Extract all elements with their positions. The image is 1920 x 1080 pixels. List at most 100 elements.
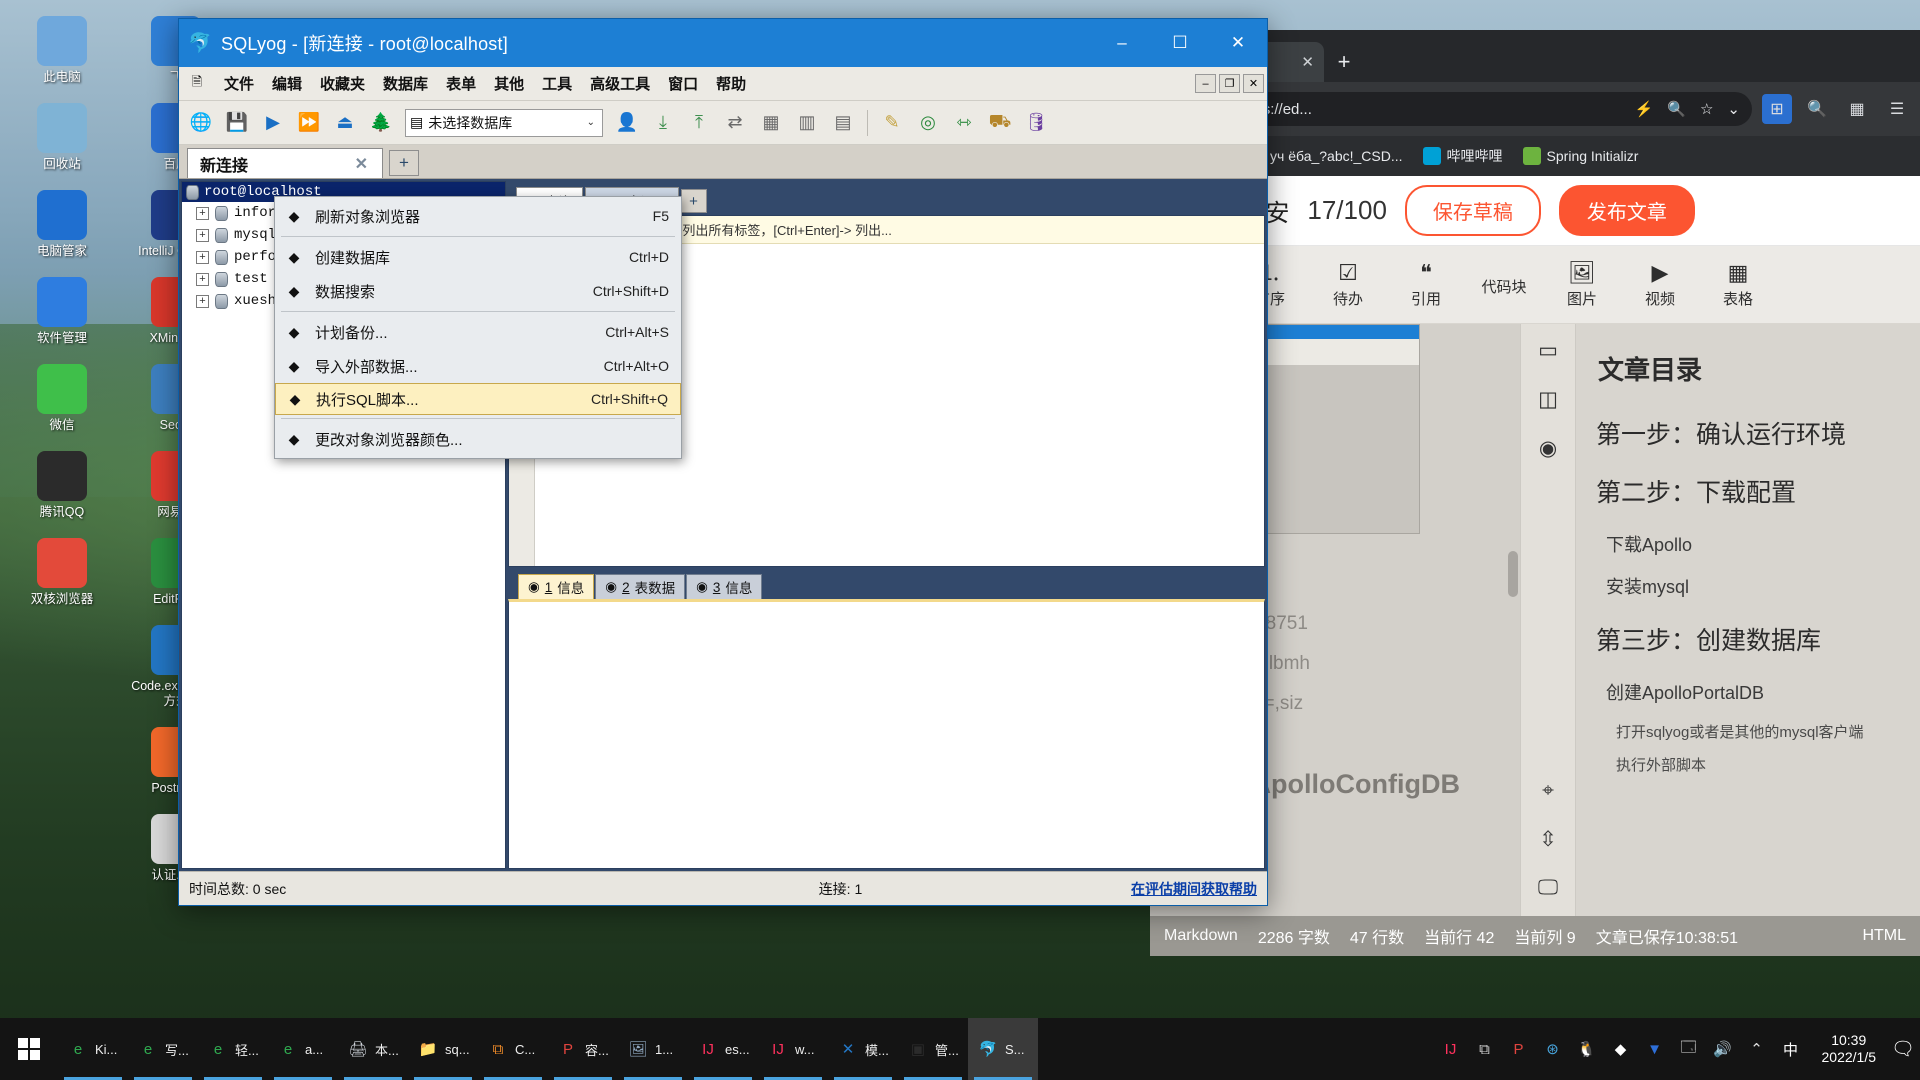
outline-item[interactable]: 第一步：确认运行环境	[1596, 415, 1906, 451]
taskbar-task[interactable]: 🐬 S...	[968, 1018, 1038, 1080]
notification-icon[interactable]: 🗨	[1886, 1037, 1920, 1061]
taskbar-task[interactable]: ▣ 管...	[898, 1018, 968, 1080]
security-tray-icon[interactable]: ▼	[1644, 1038, 1666, 1060]
menu-item-其他[interactable]: 其他	[485, 69, 533, 98]
taskbar-task[interactable]: e 写...	[128, 1018, 198, 1080]
result-grid[interactable]	[508, 599, 1265, 869]
fullscreen-icon[interactable]: 🖵	[1538, 876, 1558, 900]
taskbar-clock[interactable]: 10:39 2022/1/5	[1812, 1032, 1887, 1066]
intellij-tray-icon[interactable]: IJ	[1440, 1038, 1462, 1060]
tunnel-icon[interactable]: 🛢	[1020, 107, 1052, 139]
search-icon[interactable]: 🔍	[1802, 94, 1832, 124]
desktop-icon[interactable]: 此电脑	[14, 16, 110, 85]
backup-db-icon[interactable]: ⤓	[647, 107, 679, 139]
menu-item-工具[interactable]: 工具	[533, 69, 581, 98]
screen-share-icon[interactable]: ⧉	[1474, 1038, 1496, 1060]
close-icon[interactable]: ✕	[351, 154, 372, 174]
taskbar-task[interactable]: IJ w...	[758, 1018, 828, 1080]
menu-item-编辑[interactable]: 编辑	[263, 69, 311, 98]
locate-icon[interactable]: ⌖	[1542, 779, 1554, 803]
new-connection-icon[interactable]: 🌐	[185, 107, 217, 139]
grid-view-icon[interactable]: ▥	[791, 107, 823, 139]
taskbar-task[interactable]: P 容...	[548, 1018, 618, 1080]
ime-icon[interactable]: 中	[1780, 1038, 1802, 1060]
desktop-icon[interactable]: 回收站	[14, 103, 110, 172]
result-tab[interactable]: ◉ 3 信息	[686, 574, 763, 599]
object-browser-context-menu[interactable]: ◆ 刷新对象浏览器 F5 ◆ 创建数据库 Ctrl+D ◆ 数据搜索 Ctrl+Shift+D ◆…	[274, 196, 682, 459]
taskbar-task[interactable]: 🖨 本...	[338, 1018, 408, 1080]
refresh-objects-icon[interactable]: 🌲	[365, 107, 397, 139]
taskbar-task[interactable]: IJ es...	[688, 1018, 758, 1080]
save-icon[interactable]: 💾	[221, 107, 253, 139]
add-query-tab-button[interactable]: +	[680, 189, 707, 213]
connection-tab[interactable]: 新连接 ✕	[187, 148, 383, 178]
toolbar-video-icon[interactable]: ▶ 视频	[1634, 260, 1686, 309]
network-icon[interactable]: ⌃	[1746, 1038, 1768, 1060]
context-menu-item[interactable]: ◆ 导入外部数据... Ctrl+Alt+O	[275, 349, 681, 383]
bookmark-item[interactable]: 哔哩哔哩	[1422, 146, 1503, 166]
lightning-icon[interactable]: ⚡	[1635, 100, 1654, 118]
windows-start-icon[interactable]	[0, 1018, 58, 1080]
browser-tray-icon[interactable]: ⊛	[1542, 1038, 1564, 1060]
outline-item[interactable]: 创建ApolloPortalDB	[1606, 679, 1906, 705]
table-data-icon[interactable]: ▦	[755, 107, 787, 139]
menu-item-数据库[interactable]: 数据库	[374, 69, 437, 98]
close-button[interactable]: ✕	[1209, 19, 1267, 67]
data-sync-icon[interactable]: ⇄	[719, 107, 751, 139]
desktop-icon[interactable]: 双核浏览器	[14, 538, 110, 607]
toolbar-code-block-icon[interactable]: 代码块	[1478, 273, 1530, 297]
user-manager-icon[interactable]: 👤	[611, 107, 643, 139]
taskbar-task[interactable]: 📁 sq...	[408, 1018, 478, 1080]
migrate-icon[interactable]: ⛟	[984, 107, 1016, 139]
taskbar-task[interactable]: ⧉ C...	[478, 1018, 548, 1080]
publish-button[interactable]: 发布文章	[1558, 185, 1695, 236]
omnibox[interactable]: 🔒 https://ed... ⚡ 🔍 ☆ ⌄	[1198, 92, 1752, 126]
minimize-button[interactable]: –	[1093, 19, 1151, 67]
execute-current-icon[interactable]: ⏏	[329, 107, 361, 139]
execute-query-icon[interactable]: ▶	[257, 107, 289, 139]
qq-tray-icon[interactable]: 🐧	[1576, 1038, 1598, 1060]
pdf-tray-icon[interactable]: P	[1508, 1038, 1530, 1060]
sync-tool-icon[interactable]: ⇿	[948, 107, 980, 139]
outline-item[interactable]: 下载Apollo	[1606, 531, 1906, 557]
expand-icon[interactable]: +	[196, 272, 209, 286]
menu-item-高级工具[interactable]: 高级工具	[581, 69, 659, 98]
resize-icon[interactable]: ⇳	[1539, 827, 1557, 852]
toolbar-quote-icon[interactable]: ❝ 引用	[1400, 260, 1452, 309]
desktop-icon[interactable]: 腾讯QQ	[14, 451, 110, 520]
context-menu-item[interactable]: ◆ 数据搜索 Ctrl+Shift+D	[275, 274, 681, 308]
sql-formatter-icon[interactable]: ✎	[876, 107, 908, 139]
chevron-down-icon[interactable]: ⌄	[587, 117, 598, 128]
context-menu-item[interactable]: ◆ 执行SQL脚本... Ctrl+Shift+Q	[275, 383, 681, 415]
outline-item[interactable]: 安装mysql	[1606, 573, 1906, 599]
mdi-minimize-button[interactable]: –	[1195, 74, 1216, 93]
restore-db-icon[interactable]: ⤒	[683, 107, 715, 139]
menu-item-收藏夹[interactable]: 收藏夹	[311, 69, 374, 98]
menu-item-窗口[interactable]: 窗口	[659, 69, 707, 98]
outline-item[interactable]: 执行外部脚本	[1616, 754, 1906, 775]
volume-icon[interactable]: 🔊	[1712, 1038, 1734, 1060]
editor-scrollbar[interactable]	[1508, 332, 1518, 908]
taskbar-task[interactable]: e 轻...	[198, 1018, 268, 1080]
desktop-icon[interactable]: 软件管理	[14, 277, 110, 346]
taskbar-task[interactable]: e a...	[268, 1018, 338, 1080]
save-draft-button[interactable]: 保存草稿	[1404, 185, 1541, 236]
context-menu-item[interactable]: ◆ 计划备份... Ctrl+Alt+S	[275, 315, 681, 349]
result-tab[interactable]: ◉ 2 表数据	[595, 574, 686, 599]
pc-manager-tray-icon[interactable]: ◆	[1610, 1038, 1632, 1060]
schema-icon[interactable]: ▤	[827, 107, 859, 139]
menu-item-文件[interactable]: 文件	[215, 69, 263, 98]
toolbar-table-icon[interactable]: ▦ 表格	[1712, 260, 1764, 309]
context-menu-item[interactable]: ◆ 刷新对象浏览器 F5	[275, 199, 681, 233]
maximize-button[interactable]: ☐	[1151, 19, 1209, 67]
desktop-icon[interactable]: 微信	[14, 364, 110, 433]
bookmark-item[interactable]: Spring Initializr	[1522, 147, 1638, 165]
result-tab[interactable]: ◉ 1 信息	[518, 574, 595, 599]
expand-icon[interactable]: +	[196, 250, 209, 264]
add-connection-tab-button[interactable]: +	[389, 150, 419, 176]
database-selector[interactable]: ▤ 未选择数据库 ⌄	[405, 108, 603, 137]
toolbar-image-icon[interactable]: 🖼 图片	[1556, 260, 1608, 309]
taskbar-task[interactable]: 🖼 1...	[618, 1018, 688, 1080]
query-builder-icon[interactable]: ◎	[912, 107, 944, 139]
desktop-icon[interactable]: 电脑管家	[14, 190, 110, 259]
